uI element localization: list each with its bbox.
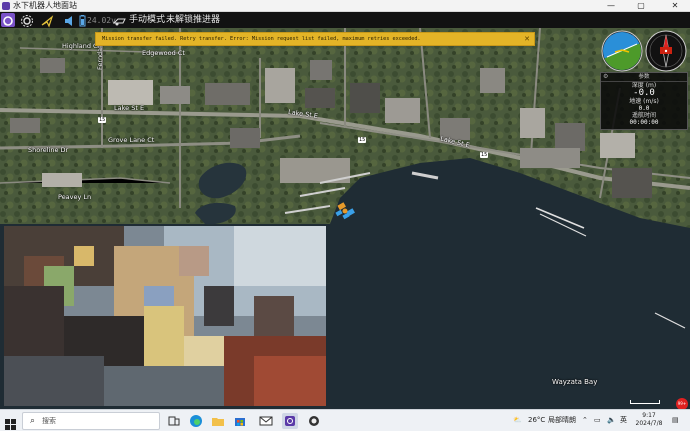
close-button[interactable]: ✕: [664, 0, 686, 12]
flight-time-value: 00:00:00: [629, 119, 659, 126]
flight-mode[interactable]: 手动模式: [129, 14, 165, 26]
ground-speed-value: 0.0: [638, 105, 650, 112]
minimize-button[interactable]: —: [600, 0, 622, 12]
depth-value: -0.0: [633, 88, 655, 98]
telemetry-settings-icon[interactable]: ⚙: [603, 73, 608, 81]
map-label-wayzata-bay: Wayzata Bay: [552, 378, 598, 386]
map-scale-bar: [630, 400, 660, 404]
app-taskbar-icon[interactable]: [306, 413, 322, 429]
windows-taskbar: ⌕ 搜索 ⛅ 26°C 局部晴朗 ⌃ ▭ 🔈 英 9:17 2024/7/8 ▤: [0, 409, 690, 431]
mail-icon[interactable]: [258, 413, 274, 429]
thruster-status[interactable]: 未解锁推进器: [166, 14, 220, 26]
error-banner: Mission transfer failed. Retry transfer.…: [95, 32, 535, 46]
route-shield-15-c: 15: [480, 152, 489, 158]
window-title: 水下机器人地面站: [13, 1, 77, 10]
telemetry-panel: ⚙ 参数 深度 (m) -0.0 地速 (m/s) 0.0 遥航时间 00:00…: [600, 72, 688, 130]
map-label-lake-st-1: Lake St E: [114, 104, 145, 112]
send-icon[interactable]: [40, 13, 54, 28]
file-explorer-icon[interactable]: [210, 413, 226, 429]
error-message: Mission transfer failed. Retry transfer.…: [102, 36, 421, 42]
battery-voltage: 24.02v: [87, 16, 116, 25]
battery-icon: [79, 13, 86, 27]
clock-time: 9:17: [642, 412, 656, 419]
speaker-icon[interactable]: [64, 13, 76, 27]
attitude-indicator: [601, 30, 643, 72]
network-icon[interactable]: ▭: [594, 415, 601, 426]
search-placeholder: 搜索: [42, 417, 56, 425]
map-label-edgewood: Edgewood Ct: [142, 49, 185, 57]
route-shield-15-b: 15: [358, 137, 367, 143]
system-clock[interactable]: 9:17 2024/7/8: [632, 412, 666, 428]
map-label-ferndale: Ferndale: [96, 42, 104, 70]
store-icon[interactable]: [232, 413, 248, 429]
vehicle-mode-icon: [112, 13, 127, 27]
search-icon: ⌕: [30, 416, 36, 426]
video-frame: [4, 226, 326, 406]
volume-icon[interactable]: 🔈: [607, 415, 616, 426]
start-button-icon[interactable]: [5, 415, 16, 430]
tray-chevron-icon[interactable]: ⌃: [582, 415, 588, 426]
app-icon: [2, 2, 10, 10]
map-label-peavey: Peavey Ln: [58, 193, 92, 201]
settings-icon[interactable]: [20, 13, 34, 27]
flight-time-label: 遥航时间: [631, 112, 656, 119]
route-shield-15-a: 15: [98, 117, 107, 123]
video-feed[interactable]: [4, 226, 326, 406]
maximize-button[interactable]: ▢: [630, 0, 652, 12]
weather-icon[interactable]: ⛅: [513, 415, 522, 426]
window-titlebar: 水下机器人地面站 — ▢ ✕: [0, 0, 690, 12]
notification-center-icon[interactable]: ▤: [672, 415, 679, 426]
map-label-shoreline: Shoreline Dr: [28, 146, 69, 154]
ground-speed-label: 地速 (m/s): [629, 98, 659, 105]
telemetry-title: 参数: [638, 74, 650, 80]
app-logo-button[interactable]: [1, 13, 15, 27]
toolbar: 24.02v 手动模式 未解锁推进器: [0, 12, 690, 28]
task-view-icon[interactable]: [166, 413, 182, 429]
map-label-grove-lane: Grove Lane Ct: [108, 136, 155, 144]
error-banner-close-icon[interactable]: ✕: [524, 35, 530, 44]
weather-temperature[interactable]: 26°C: [528, 415, 545, 426]
ground-station-taskbar-icon[interactable]: [282, 413, 298, 429]
taskbar-search-box[interactable]: ⌕ 搜索: [22, 412, 160, 430]
telemetry-header: ⚙ 参数: [601, 73, 687, 82]
edge-browser-icon[interactable]: [188, 413, 204, 429]
input-method-indicator[interactable]: 英: [620, 415, 627, 426]
compass-heading-icon: [645, 30, 687, 72]
clock-date: 2024/7/8: [635, 420, 663, 427]
weather-description[interactable]: 局部晴朗: [548, 415, 576, 426]
